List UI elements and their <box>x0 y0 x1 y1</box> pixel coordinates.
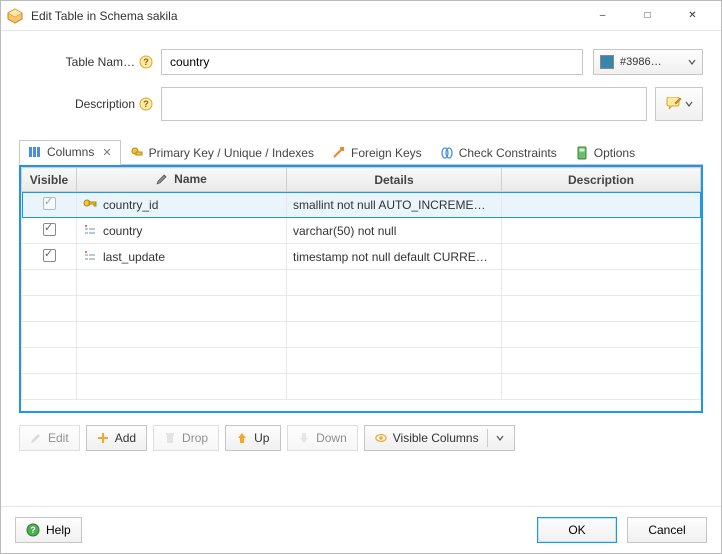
pencil-icon <box>156 173 168 185</box>
svg-text:?: ? <box>143 99 149 109</box>
tab-columns[interactable]: Columns ✕ <box>19 140 121 165</box>
titlebar: Edit Table in Schema sakila – □ ✕ <box>1 1 721 31</box>
svg-text:?: ? <box>143 57 149 67</box>
tab-close-icon[interactable]: ✕ <box>102 146 111 159</box>
table-name-label: Table Nam… <box>19 55 139 69</box>
app-icon <box>7 8 23 24</box>
help-icon[interactable]: ? <box>139 55 153 69</box>
column-name: country_id <box>103 198 158 212</box>
table-row-empty <box>22 348 701 374</box>
chevron-down-icon <box>688 58 696 66</box>
header-description[interactable]: Description <box>502 168 701 192</box>
up-button[interactable]: Up <box>225 425 281 451</box>
header-visible[interactable]: Visible <box>22 168 77 192</box>
description-label: Description <box>19 97 139 111</box>
column-description <box>502 244 701 270</box>
column-description <box>502 218 701 244</box>
table-row-empty <box>22 270 701 296</box>
table-row[interactable]: country_id smallint not null AUTO_INCREME… <box>22 192 701 218</box>
column-name: country <box>103 224 142 238</box>
ok-button[interactable]: OK <box>537 517 617 543</box>
color-picker-button[interactable]: #3986… <box>593 49 703 75</box>
header-name[interactable]: Name <box>77 168 287 192</box>
visible-checkbox[interactable] <box>43 197 56 210</box>
tab-icon <box>440 146 454 160</box>
tab-label: Primary Key / Unique / Indexes <box>149 146 314 160</box>
cancel-button[interactable]: Cancel <box>627 517 707 543</box>
tab-options[interactable]: Options <box>566 141 644 165</box>
description-edit-button[interactable] <box>655 87 703 121</box>
visible-checkbox[interactable] <box>43 249 56 262</box>
arrow-up-icon <box>236 432 248 444</box>
table-row[interactable]: country varchar(50) not null <box>22 218 701 244</box>
description-input[interactable] <box>161 87 647 121</box>
trash-icon <box>164 432 176 444</box>
tab-icon <box>130 146 144 160</box>
dialog-footer: ? Help OK Cancel <box>1 506 721 553</box>
column-icon <box>83 224 97 238</box>
table-name-input[interactable] <box>161 49 583 75</box>
pencil-icon <box>30 432 42 444</box>
tab-icon <box>575 146 589 160</box>
arrow-down-icon <box>298 432 310 444</box>
column-name: last_update <box>103 250 165 264</box>
visible-columns-button[interactable]: Visible Columns <box>364 425 515 451</box>
minimize-button[interactable]: – <box>580 2 625 30</box>
grid-toolbar: Edit Add Drop Up Down Visible Columns <box>19 425 703 451</box>
tab-check-constraints[interactable]: Check Constraints <box>431 141 566 165</box>
table-row[interactable]: last_update timestamp not null default CU… <box>22 244 701 270</box>
help-icon[interactable]: ? <box>139 97 153 111</box>
tab-bar: Columns ✕ Primary Key / Unique / Indexes Fo… <box>19 139 703 165</box>
tab-label: Options <box>594 146 635 160</box>
help-icon: ? <box>26 523 40 537</box>
down-button[interactable]: Down <box>287 425 358 451</box>
tab-foreign-keys[interactable]: Foreign Keys <box>323 141 431 165</box>
chevron-down-icon <box>496 434 504 442</box>
window-title: Edit Table in Schema sakila <box>31 9 580 23</box>
column-details: timestamp not null default CURRE… <box>287 244 502 270</box>
column-description <box>502 192 701 218</box>
svg-text:?: ? <box>30 525 36 535</box>
tab-primary-key-unique-indexes[interactable]: Primary Key / Unique / Indexes <box>121 141 323 165</box>
table-row-empty <box>22 296 701 322</box>
dialog-window: Edit Table in Schema sakila – □ ✕ Table … <box>0 0 722 554</box>
chevron-down-icon <box>685 100 693 108</box>
tab-label: Columns <box>47 145 94 159</box>
tab-label: Check Constraints <box>459 146 557 160</box>
edit-button[interactable]: Edit <box>19 425 80 451</box>
eye-icon <box>375 432 387 444</box>
color-swatch-icon <box>600 55 614 69</box>
column-details: smallint not null AUTO_INCREME… <box>287 192 502 218</box>
speech-edit-icon <box>666 97 682 111</box>
header-details[interactable]: Details <box>287 168 502 192</box>
close-button[interactable]: ✕ <box>670 2 715 30</box>
key-icon <box>83 198 97 212</box>
add-button[interactable]: Add <box>86 425 147 451</box>
tab-icon <box>28 145 42 159</box>
help-button[interactable]: ? Help <box>15 517 82 543</box>
tab-label: Foreign Keys <box>351 146 422 160</box>
column-icon <box>83 250 97 264</box>
drop-button[interactable]: Drop <box>153 425 219 451</box>
table-row-empty <box>22 322 701 348</box>
columns-grid: Visible Name Details Description country… <box>19 165 703 413</box>
plus-icon <box>97 432 109 444</box>
color-label: #3986… <box>620 56 682 68</box>
maximize-button[interactable]: □ <box>625 2 670 30</box>
table-row-empty <box>22 374 701 400</box>
column-details: varchar(50) not null <box>287 218 502 244</box>
tab-icon <box>332 146 346 160</box>
visible-checkbox[interactable] <box>43 223 56 236</box>
